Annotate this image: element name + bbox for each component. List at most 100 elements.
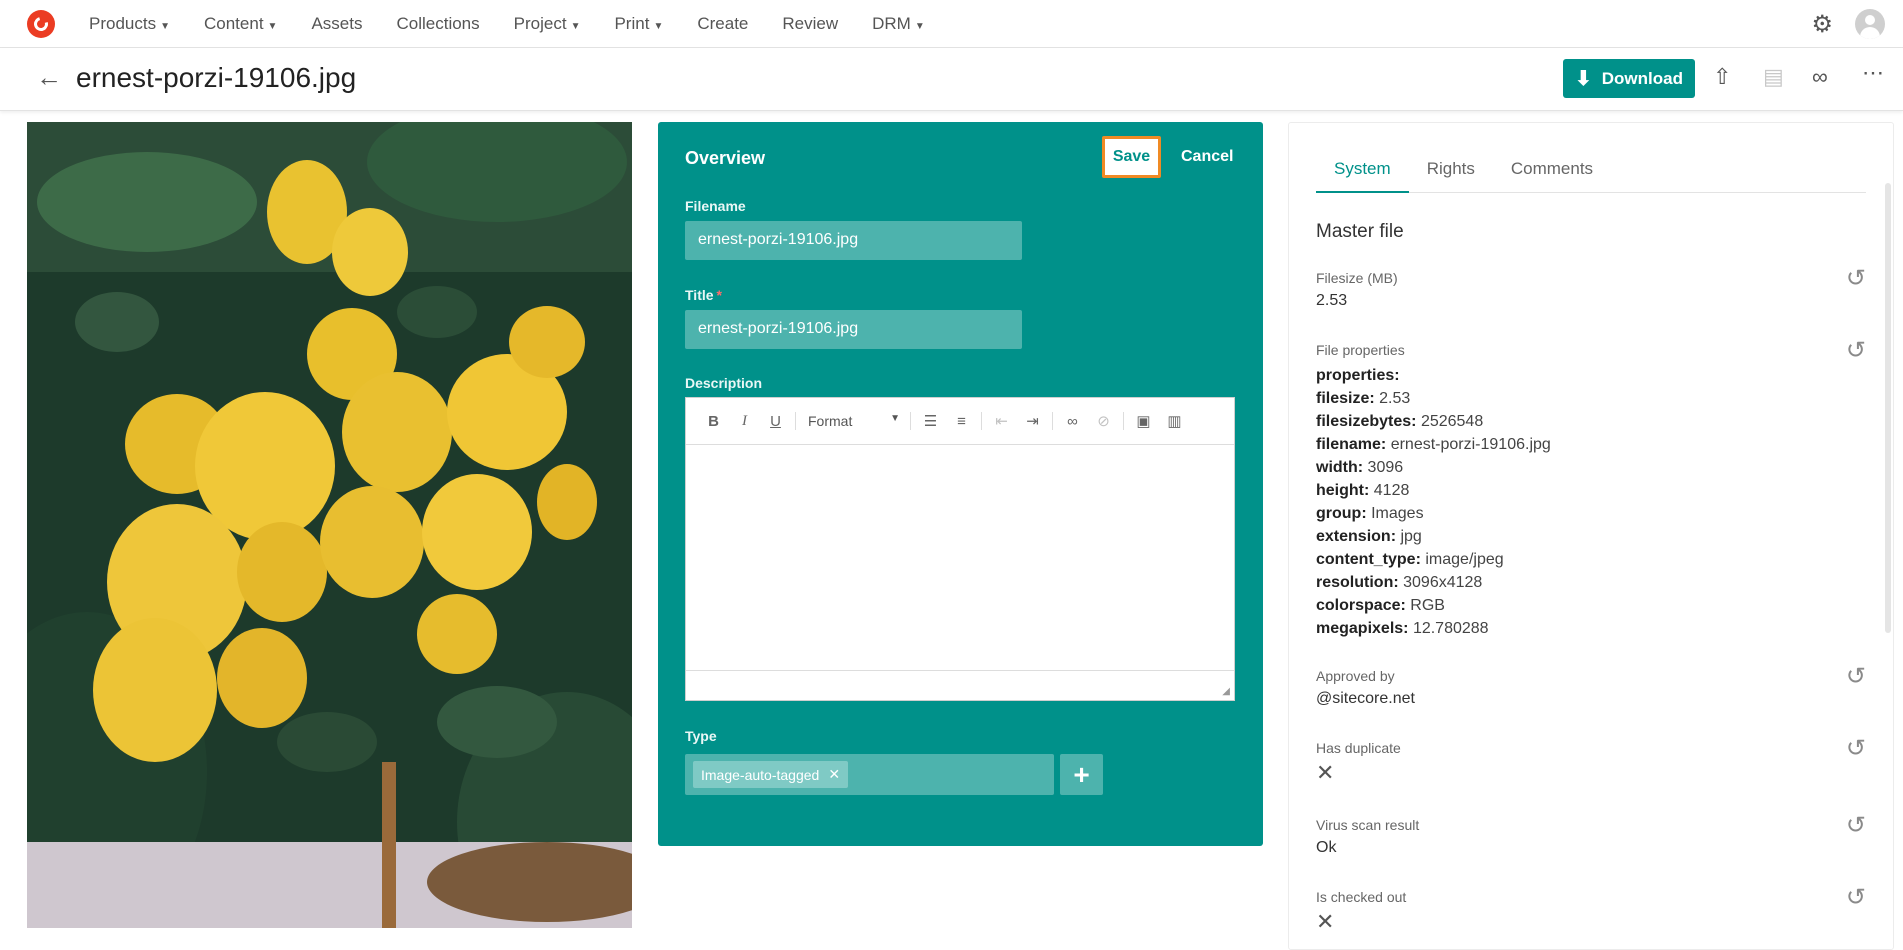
history-icon[interactable]: ↺	[1846, 662, 1866, 691]
underline-icon[interactable]: U	[760, 413, 791, 430]
history-icon[interactable]: ↺	[1846, 883, 1866, 912]
file-property-row: filename: ernest-porzi-19106.jpg	[1316, 433, 1866, 456]
bold-icon[interactable]: B	[698, 413, 729, 430]
download-label: Download	[1601, 68, 1683, 88]
file-property-key: resolution:	[1316, 574, 1399, 591]
file-property-row: resolution: 3096x4128	[1316, 571, 1866, 594]
file-properties-property: File properties properties: filesize: 2.…	[1316, 337, 1866, 640]
overview-panel: Overview Save Cancel Filename ernest-por…	[658, 122, 1263, 846]
nav-item-assets[interactable]: Assets	[311, 14, 362, 34]
nav-item-label: DRM	[872, 14, 911, 33]
download-button[interactable]: ⬇ Download	[1563, 59, 1695, 98]
indent-icon[interactable]: ⇥	[1017, 412, 1048, 430]
file-property-value: 3096x4128	[1403, 574, 1483, 591]
nav-item-label: Print	[614, 14, 650, 33]
filename-input[interactable]: ernest-porzi-19106.jpg	[685, 221, 1022, 260]
toolbar-divider	[910, 412, 911, 430]
insert-image-icon[interactable]: ▣	[1128, 412, 1159, 430]
nav-item-review[interactable]: Review	[782, 14, 838, 34]
file-property-row: height: 4128	[1316, 479, 1866, 502]
numbered-list-icon[interactable]: ≡	[946, 413, 977, 430]
chevron-down-icon: ▼	[890, 413, 900, 424]
file-property-value: 4128	[1373, 482, 1410, 499]
file-property-key: colorspace:	[1316, 597, 1406, 614]
asset-image-preview[interactable]	[27, 122, 632, 928]
upload-icon[interactable]: ⇧	[1713, 64, 1731, 90]
scrollbar[interactable]	[1885, 183, 1891, 633]
history-icon[interactable]: ↺	[1846, 264, 1866, 293]
caret-down-icon: ▼	[267, 21, 278, 32]
save-button[interactable]: Save	[1102, 136, 1161, 178]
nav-item-collections[interactable]: Collections	[396, 14, 479, 34]
type-input[interactable]: Image-auto-tagged ✕	[685, 754, 1054, 795]
nav-item-print[interactable]: Print ▼	[614, 14, 663, 34]
nav-item-create[interactable]: Create	[697, 14, 748, 34]
nav-item-label: Review	[782, 14, 839, 33]
description-label: Description	[685, 375, 763, 391]
virus-scan-property: Virus scan result Ok ↺	[1316, 812, 1866, 857]
section-title: Master file	[1316, 221, 1404, 242]
caret-down-icon: ▼	[570, 21, 581, 32]
tab-comments[interactable]: Comments	[1493, 159, 1611, 193]
resize-handle-icon[interactable]: ◢	[1222, 686, 1230, 697]
file-property-value: 12.780288	[1412, 620, 1489, 637]
history-icon[interactable]: ↺	[1846, 734, 1866, 763]
tab-rights[interactable]: Rights	[1409, 159, 1493, 193]
nav-item-content[interactable]: Content ▼	[204, 14, 277, 34]
type-label: Type	[685, 728, 717, 744]
nav-item-label: Products	[89, 14, 157, 33]
add-type-button[interactable]: +	[1060, 754, 1103, 795]
filesize-value: 2.53	[1316, 292, 1348, 309]
comment-icon[interactable]: ▤	[1763, 64, 1784, 90]
insert-media-icon[interactable]: ▥	[1159, 412, 1190, 430]
back-arrow-icon[interactable]: ←	[36, 62, 62, 93]
link-icon[interactable]: ∞	[1812, 64, 1828, 90]
italic-icon[interactable]: I	[729, 413, 760, 430]
nav-item-products[interactable]: Products ▼	[89, 14, 170, 34]
bullet-list-icon[interactable]: ☰	[915, 412, 946, 430]
file-property-key: width:	[1316, 459, 1364, 476]
history-icon[interactable]: ↺	[1846, 336, 1866, 365]
user-avatar-icon[interactable]	[1855, 9, 1885, 39]
unlink-icon[interactable]: ⊘	[1088, 412, 1119, 430]
asset-header: ← ernest-porzi-19106.jpg ⬇ Download ⇧ ▤ …	[0, 48, 1903, 111]
more-options-icon[interactable]: ⋯	[1862, 60, 1884, 86]
description-editor[interactable]: B I U Format ▼ ☰ ≡ ⇤ ⇥ ∞ ⊘ ▣ ▥ ◢	[685, 397, 1235, 701]
format-select[interactable]: Format ▼	[800, 413, 900, 429]
history-icon[interactable]: ↺	[1846, 811, 1866, 840]
outdent-icon[interactable]: ⇤	[986, 412, 1017, 430]
file-property-row: content_type: image/jpeg	[1316, 548, 1866, 571]
file-property-key: height:	[1316, 482, 1370, 499]
remove-tag-icon[interactable]: ✕	[828, 766, 840, 783]
file-property-row: filesize: 2.53	[1316, 387, 1866, 410]
required-marker: *	[716, 287, 722, 303]
logo-icon[interactable]	[27, 10, 55, 38]
title-input[interactable]: ernest-porzi-19106.jpg	[685, 310, 1022, 349]
caret-down-icon: ▼	[160, 21, 170, 32]
caret-down-icon: ▼	[653, 21, 664, 32]
insert-link-icon[interactable]: ∞	[1057, 413, 1088, 430]
nav-item-label: Assets	[311, 14, 363, 33]
file-property-key: content_type:	[1316, 551, 1421, 568]
filesize-label: Filesize (MB)	[1316, 270, 1398, 286]
file-property-value: jpg	[1400, 528, 1422, 545]
toolbar-divider	[1123, 412, 1124, 430]
file-property-value: RGB	[1410, 597, 1445, 614]
format-select-label: Format	[808, 413, 853, 429]
checked-out-property: Is checked out ✕ ↺	[1316, 884, 1866, 934]
lemon-tree-image	[27, 122, 632, 928]
file-property-row: width: 3096	[1316, 456, 1866, 479]
top-navigation: Products ▼ Content ▼ Assets Collections Projec…	[0, 0, 1903, 48]
tab-system[interactable]: System	[1316, 159, 1409, 193]
file-property-key: filesizebytes:	[1316, 413, 1417, 430]
filesize-property: Filesize (MB) 2.53 ↺	[1316, 265, 1866, 310]
cancel-button[interactable]: Cancel	[1181, 148, 1233, 166]
gear-icon[interactable]: ⚙	[1811, 10, 1833, 39]
file-property-value: 3096	[1367, 459, 1404, 476]
nav-item-drm[interactable]: DRM ▼	[872, 14, 925, 34]
toolbar-divider	[795, 412, 796, 430]
false-x-icon: ✕	[1316, 909, 1335, 934]
nav-item-project[interactable]: Project ▼	[514, 14, 581, 34]
details-tabs: System Rights Comments	[1316, 159, 1866, 193]
file-property-value: 2526548	[1420, 413, 1484, 430]
